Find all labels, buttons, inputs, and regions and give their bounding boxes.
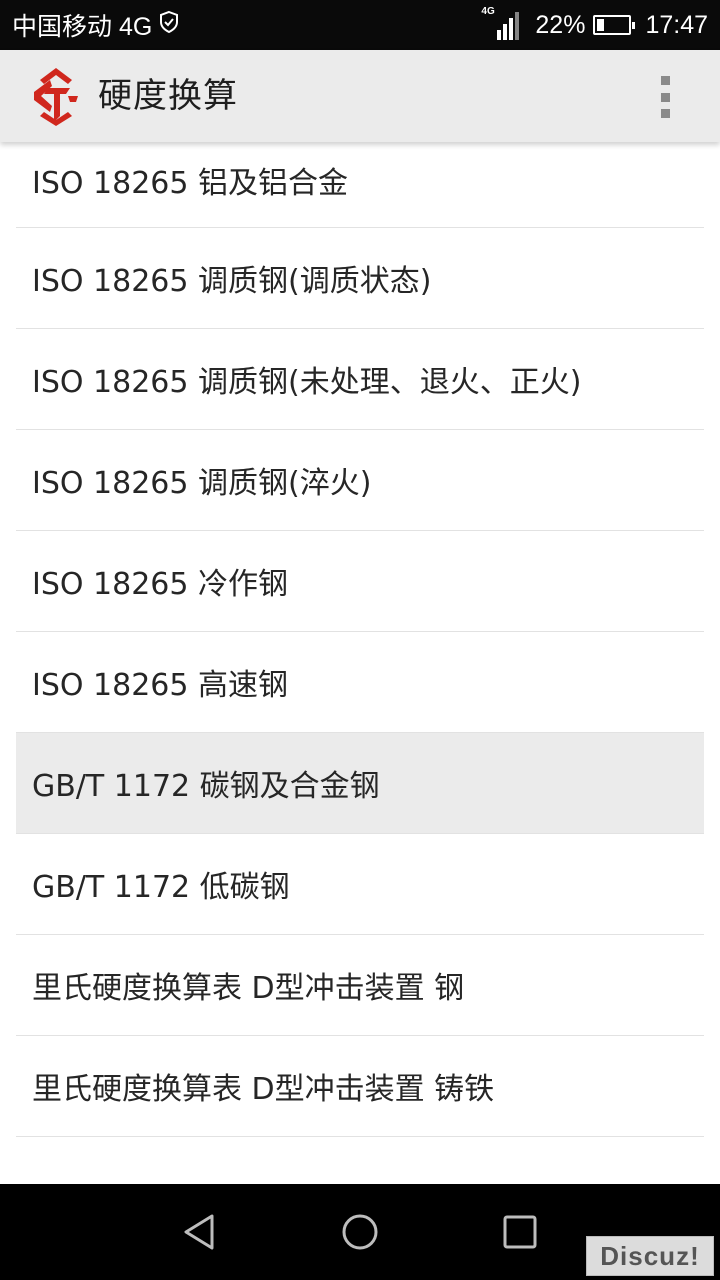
list-item-label: ISO 18265 调质钢(淬火) (32, 466, 372, 501)
recent-apps-icon[interactable] (500, 1212, 540, 1252)
carrier-label: 中国移动 4G (12, 13, 153, 41)
list-item[interactable]: ISO 18265 冷作钢 (16, 531, 704, 632)
back-icon[interactable] (180, 1212, 220, 1252)
conversion-table-list: ISO 18265 铝及铝合金 ISO 18265 调质钢(调质状态) ISO … (16, 142, 704, 1137)
list-item[interactable]: ISO 18265 调质钢(未处理、退火、正火) (16, 329, 704, 430)
list-item-label: ISO 18265 冷作钢 (32, 567, 289, 602)
list-item-label: ISO 18265 调质钢(未处理、退火、正火) (32, 365, 582, 400)
signal-icon: 4G (481, 6, 520, 40)
battery-icon (593, 15, 636, 35)
watermark-text: Discuz! (600, 1240, 700, 1271)
battery-fill (597, 19, 605, 31)
list-item-label: GB/T 1172 碳钢及合金钢 (32, 769, 380, 804)
battery-percent: 22% (535, 10, 586, 39)
list-item[interactable]: ISO 18265 调质钢(淬火) (16, 430, 704, 531)
list-item-selected[interactable]: GB/T 1172 碳钢及合金钢 (16, 733, 704, 834)
clock: 17:47 (645, 10, 708, 39)
shield-icon (158, 10, 180, 41)
list-item-label: ISO 18265 铝及铝合金 (32, 166, 349, 201)
list-item[interactable]: ISO 18265 高速钢 (16, 632, 704, 733)
list-item-label: ISO 18265 高速钢 (32, 668, 289, 703)
list-item[interactable]: ISO 18265 铝及铝合金 (16, 142, 704, 228)
list-item-label: 里氏硬度换算表 D型冲击装置 铸铁 (32, 1072, 495, 1107)
list-item[interactable]: 里氏硬度换算表 D型冲击装置 钢 (16, 935, 704, 1036)
list-item[interactable]: 里氏硬度换算表 D型冲击装置 铸铁 (16, 1036, 704, 1137)
app-bar: 硬度换算 (0, 50, 720, 142)
status-left: 中国移动 4G (12, 0, 180, 50)
status-right: 4G 22% 17:47 (481, 0, 708, 50)
watermark: Discuz! (586, 1236, 714, 1276)
list-item-label: ISO 18265 调质钢(调质状态) (32, 264, 432, 299)
list-item[interactable]: ISO 18265 调质钢(调质状态) (16, 228, 704, 329)
app-logo-icon (34, 68, 78, 126)
overflow-menu-icon[interactable] (658, 76, 672, 118)
list-item-label: GB/T 1172 低碳钢 (32, 870, 290, 905)
status-bar: 中国移动 4G 4G 22% 17:47 (0, 0, 720, 50)
app-title: 硬度换算 (98, 76, 238, 116)
home-icon[interactable] (340, 1212, 380, 1252)
network-badge: 4G (481, 6, 495, 17)
list-item-label: 里氏硬度换算表 D型冲击装置 钢 (32, 971, 465, 1006)
list-item[interactable]: GB/T 1172 低碳钢 (16, 834, 704, 935)
